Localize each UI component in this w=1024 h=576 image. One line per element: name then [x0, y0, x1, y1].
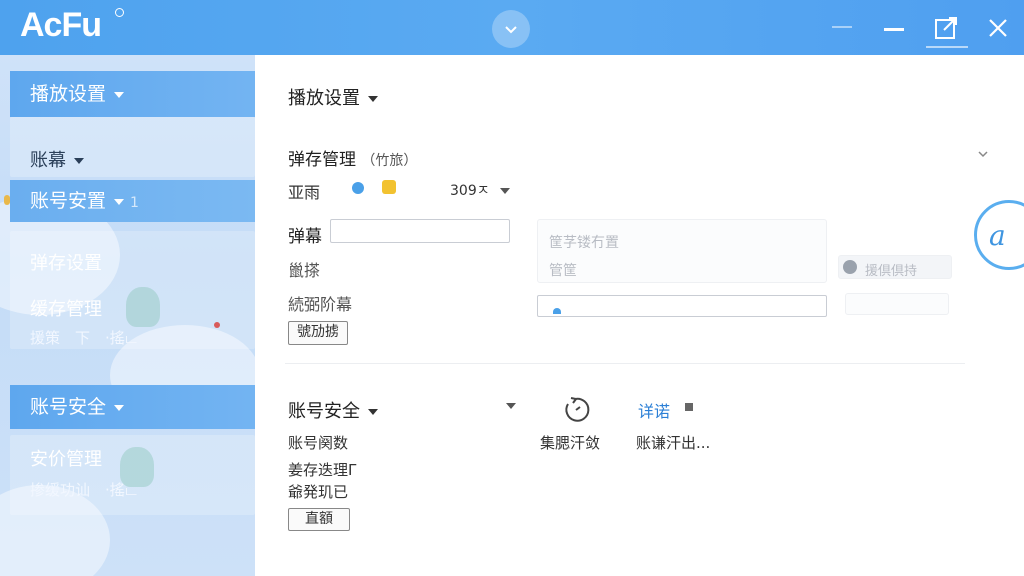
heading-label: 播放设置 [288, 88, 360, 109]
danmu-label: 弹幕 [288, 227, 322, 247]
cache-action-button[interactable]: 號劢掳 [288, 321, 348, 345]
faint-info-line: 筐芓镂冇置 [549, 235, 619, 251]
refresh-label: 集腮汗敛 [540, 434, 601, 452]
sidebar-section-suffix: 1 [130, 195, 139, 211]
security-row: 账号阕数 [288, 434, 349, 452]
app-logo: AcFu [20, 6, 102, 44]
caret-down-icon [114, 404, 125, 411]
external-window-icon[interactable] [932, 14, 960, 42]
sidebar: 播放设置 账幕 账号安置 1 弹存设置 缓存管理 援策 下 ·搖ட 账号安全 安价… [0, 55, 255, 576]
mascot-image [126, 287, 160, 327]
security-action-button[interactable]: 直額 [288, 508, 350, 531]
security-right-label: 账谦汗出... [636, 434, 711, 452]
cache-label-2: 巤搽 [288, 261, 321, 280]
caret-down-icon [368, 96, 378, 102]
close-icon[interactable] [984, 14, 1012, 42]
security-row: 姜存迭理Γ [288, 461, 357, 479]
sidebar-item-cache-manage[interactable]: 缓存管理 [30, 295, 102, 321]
sidebar-item-sub: 援策 下 ·搖ட [30, 329, 137, 347]
square-marker-icon [685, 403, 693, 411]
chevron-down-icon [505, 26, 517, 34]
caret-down-icon [368, 409, 378, 415]
progress-input[interactable] [537, 295, 827, 317]
caret-down-icon [499, 188, 510, 194]
security-row: 爺発玑已 [288, 483, 349, 501]
cache-row-value-text: 309ㅈ [450, 183, 490, 199]
cache-label-3: 続弼阶幕 [288, 295, 353, 314]
details-link[interactable]: 详诺 [638, 398, 670, 422]
faint-divider [832, 26, 852, 28]
danmu-input[interactable] [330, 219, 510, 243]
title-bar: AcFu [0, 0, 1024, 55]
sidebar-section-label: 账号安置 [30, 190, 107, 212]
sidebar-section-account-security[interactable]: 账号安全 [10, 385, 255, 429]
heading-label: 账号安全 [288, 401, 360, 422]
mascot-image [120, 447, 154, 487]
section-divider [285, 363, 965, 364]
search-icon [843, 260, 857, 274]
sidebar-section-account-setup[interactable]: 账号安置 1 [10, 180, 255, 222]
sidebar-item-cache-settings[interactable]: 弹存设置 [30, 249, 102, 275]
cache-manage-heading: 弹存管理 （竹旅） [288, 145, 417, 170]
yellow-status-icon [382, 180, 396, 194]
blue-status-icon [352, 182, 364, 194]
cache-row-value[interactable]: 309ㅈ [450, 180, 510, 200]
sidebar-item-label: 账幕 [30, 150, 66, 171]
sidebar-item-sub: 掺缓功讪 ·搖ட [30, 481, 137, 499]
faint-search-label: 援倶倶持 [865, 264, 918, 279]
sidebar-item-price-manage[interactable]: 安价管理 [30, 445, 102, 471]
sidebar-item-danmu[interactable]: 账幕 [30, 146, 84, 172]
cache-row-label: 亚雨 [288, 183, 321, 202]
minimize-icon[interactable] [880, 17, 908, 41]
chevron-down-icon[interactable] [977, 149, 989, 159]
collapse-button[interactable] [492, 10, 530, 48]
playback-settings-heading[interactable]: 播放设置 [288, 84, 378, 110]
caret-down-icon[interactable] [506, 403, 516, 409]
heading-suffix: （竹旅） [361, 153, 418, 169]
registered-mark-icon [115, 8, 124, 17]
main-panel: 播放设置 弹存管理 （竹旅） 亚雨 309ㅈ 弹幕 巤搽 続弼阶幕 號劢掳 筐芓… [255, 55, 1024, 576]
caret-down-icon [114, 198, 125, 205]
sidebar-section-label: 账号安全 [30, 396, 107, 418]
acfun-circle-icon[interactable]: a [974, 200, 1024, 270]
caret-down-icon [114, 91, 125, 98]
caret-down-icon [74, 158, 84, 164]
account-security-heading[interactable]: 账号安全 [288, 397, 378, 423]
progress-marker-icon [553, 308, 561, 314]
maximize-underline [926, 46, 968, 48]
sidebar-section-playback[interactable]: 播放设置 [10, 71, 255, 117]
faint-box [845, 293, 949, 315]
marker-dot [214, 322, 220, 328]
faint-info-line: 管筐 [549, 263, 577, 279]
heading-label: 弹存管理 [288, 150, 356, 170]
refresh-icon[interactable] [561, 395, 591, 425]
sidebar-section-label: 播放设置 [30, 83, 107, 105]
